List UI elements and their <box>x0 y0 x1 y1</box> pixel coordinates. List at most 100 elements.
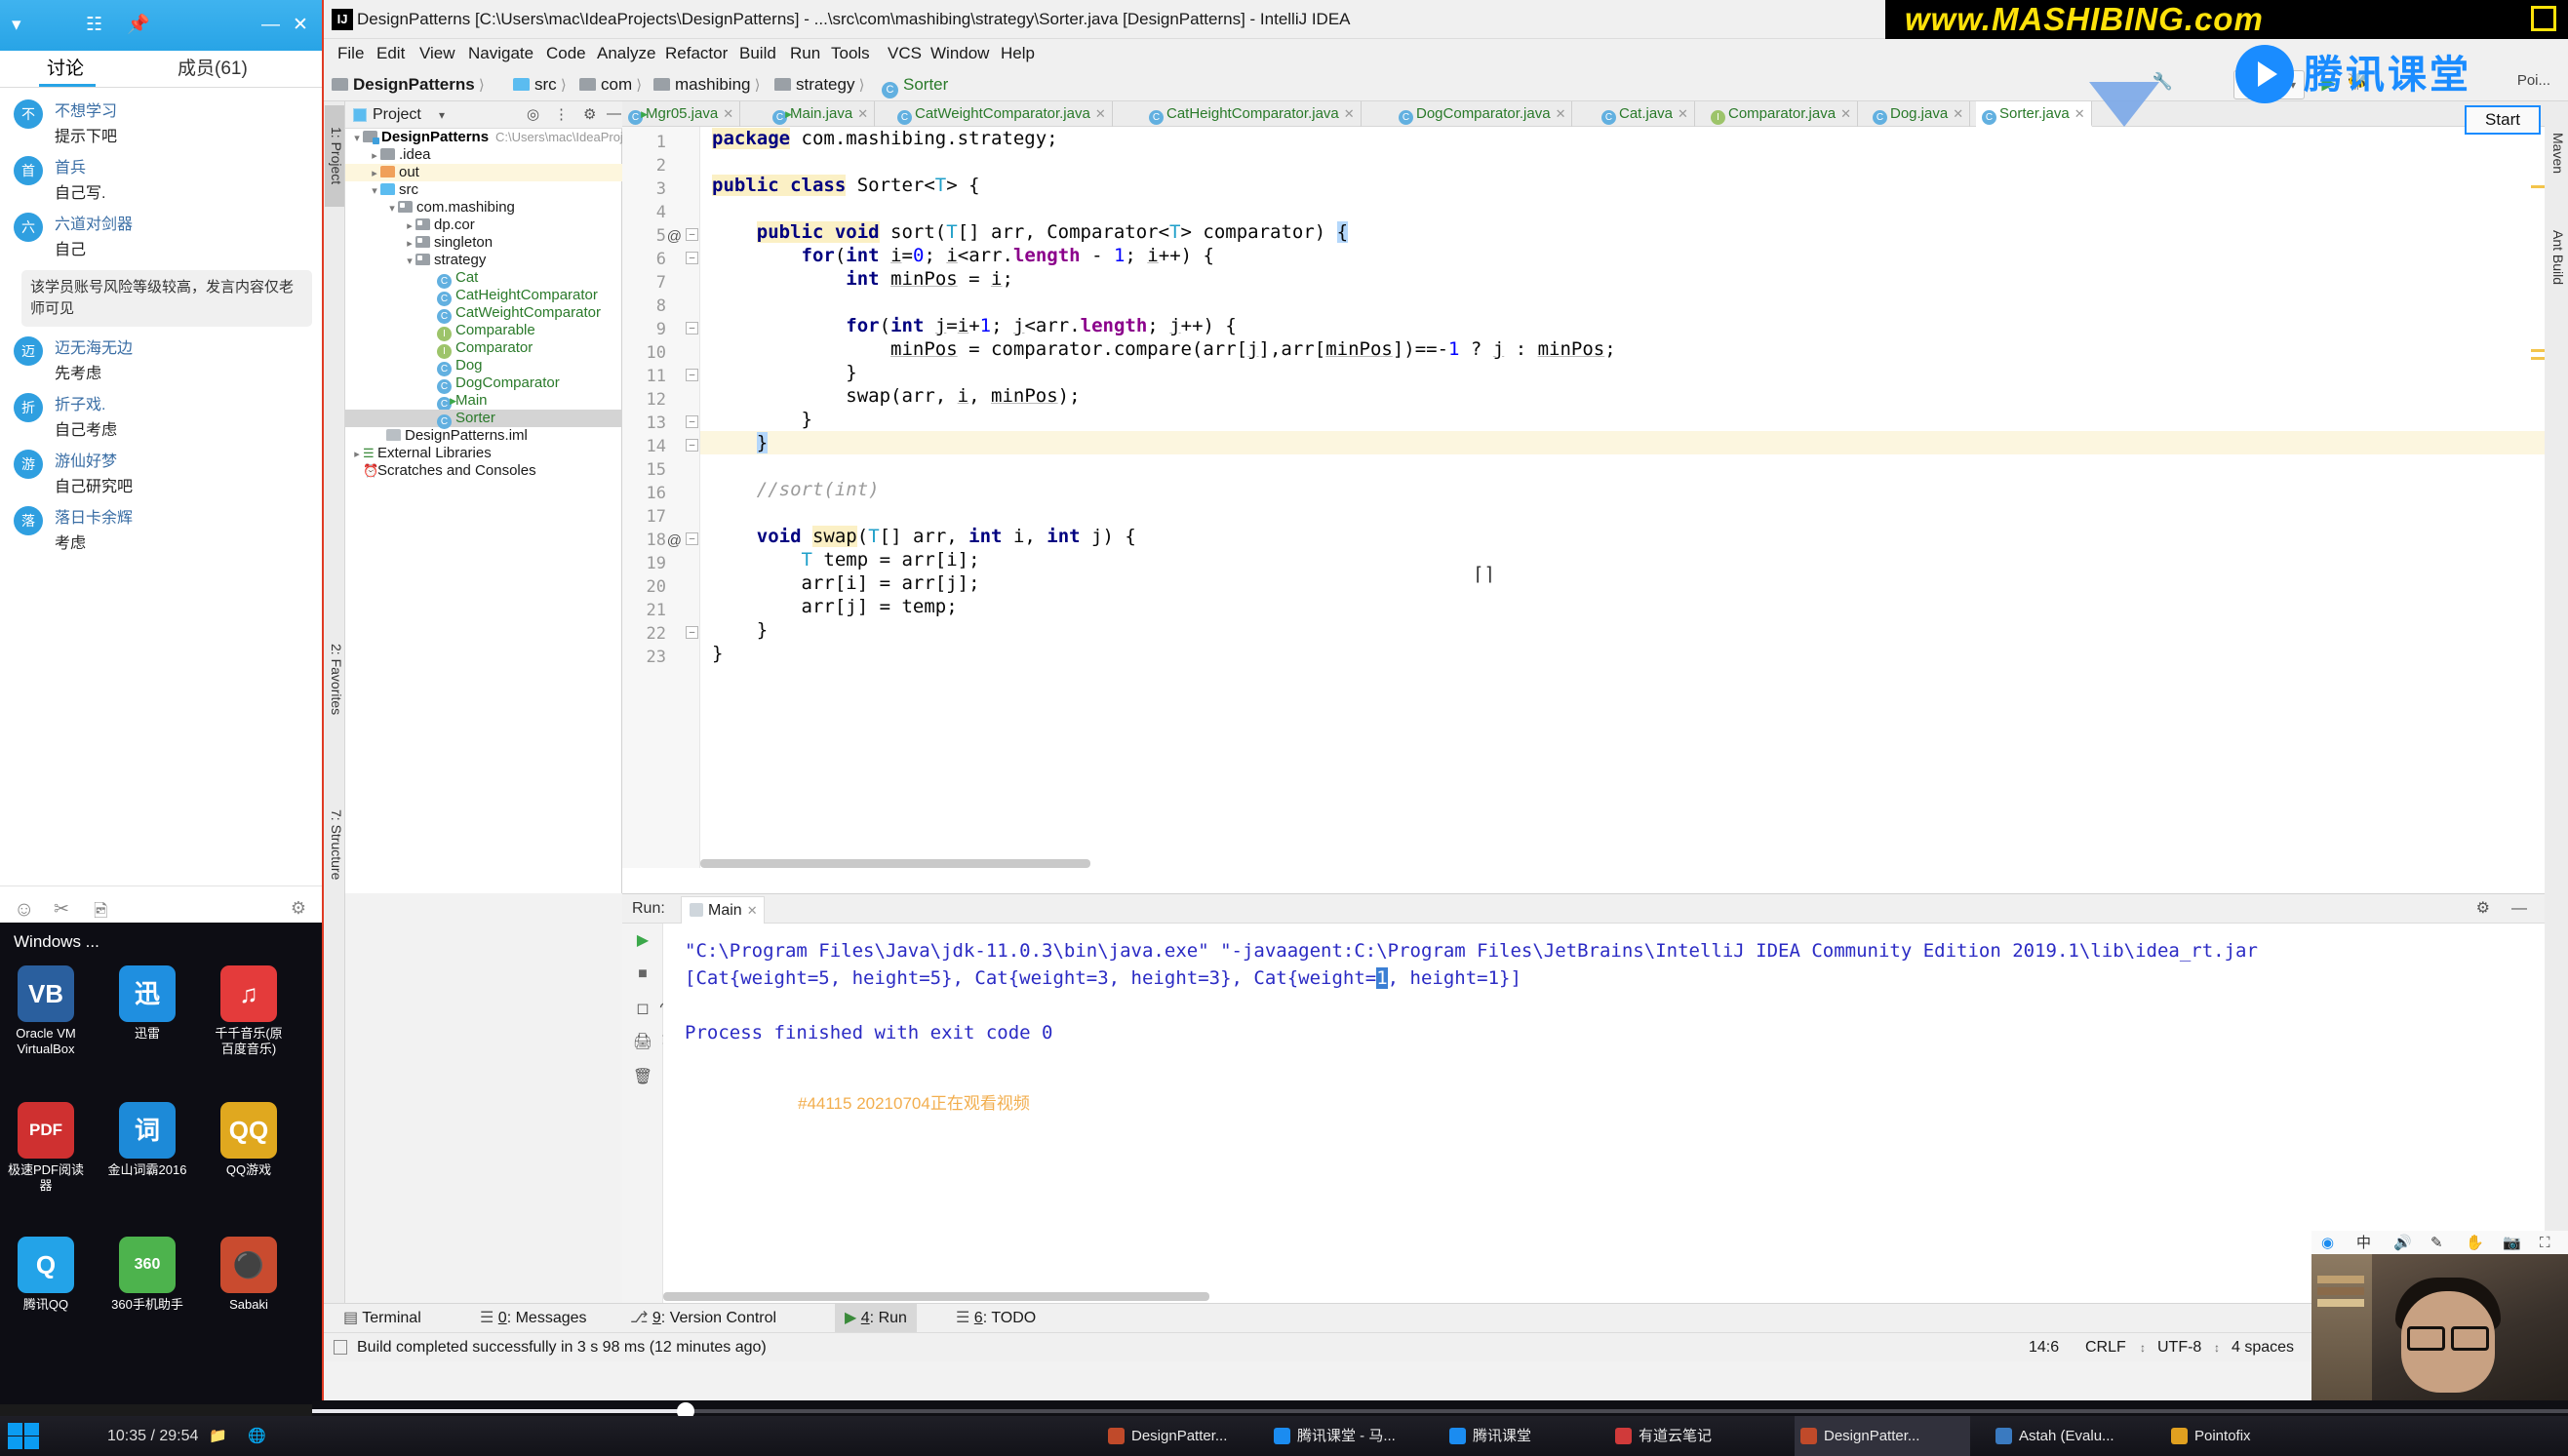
tree-item-strategy[interactable]: ▾ strategy <box>345 252 622 269</box>
breadcrumb-strategy[interactable]: strategy ⟩ <box>774 68 865 101</box>
hide-icon[interactable]: — <box>607 105 621 122</box>
chevron-right-icon[interactable]: ▸ <box>369 147 380 165</box>
breadcrumb-com[interactable]: com ⟩ <box>579 68 642 101</box>
caret-position[interactable]: 14:6 <box>2029 1333 2059 1362</box>
settings-icon[interactable]: ⚙ <box>291 898 306 919</box>
tab-cat[interactable]: C Cat.java ✕ <box>1596 101 1695 127</box>
print-icon[interactable]: 🖨 <box>631 1031 654 1054</box>
edge-icon[interactable]: 🌐 <box>248 1416 266 1456</box>
code-editor[interactable]: 1 2 3 4 5 @ – 6– 7 8 9– 10 11– 12 13– 14– … <box>622 127 2545 868</box>
gear-icon[interactable]: ⚙ <box>583 105 596 123</box>
fullscreen-icon[interactable]: ⛶ <box>2540 1231 2550 1256</box>
tree-item-src[interactable]: ▾ src <box>345 181 622 199</box>
tool-terminal[interactable]: ▤ Terminal <box>334 1304 431 1333</box>
rerun-icon[interactable]: ▶ <box>631 929 654 953</box>
desktop-icon[interactable]: PDF 极速PDF阅读器 <box>6 1102 86 1195</box>
chevron-down-icon[interactable]: ▾ <box>439 101 445 129</box>
chevron-updown-icon[interactable]: ↕ <box>2140 1333 2146 1362</box>
tree-item-dogcomparator[interactable]: C DogComparator <box>345 374 622 394</box>
editor-gutter[interactable]: 1 2 3 4 5 @ – 6– 7 8 9– 10 11– 12 13– 14– … <box>622 127 700 868</box>
tool-messages[interactable]: ☰ 0: Messages <box>470 1304 597 1333</box>
menu-window[interactable]: Window <box>925 39 995 68</box>
locate-icon[interactable]: ◎ <box>527 105 539 123</box>
minimize-icon[interactable]: — <box>261 0 280 51</box>
start-button[interactable]: Start <box>2465 105 2541 135</box>
tree-item-catweightcomparator[interactable]: C CatWeightComparator <box>345 304 622 324</box>
desktop-icon[interactable]: Q 腾讯QQ <box>6 1237 86 1313</box>
close-icon[interactable]: ✕ <box>2074 106 2085 121</box>
fold-icon[interactable]: – <box>686 228 698 241</box>
tab-discussion[interactable]: 讨论 <box>47 51 84 88</box>
tree-item-sorter[interactable]: C Sorter <box>345 410 622 429</box>
pin-icon[interactable]: 📌 <box>127 0 150 51</box>
volume-icon[interactable]: 🔊 <box>2393 1231 2412 1256</box>
qq-message-list[interactable]: 不 不想学习 提示下吧 首 首兵 自己写. 六 六道对剑器 自己 该学员账号风险… <box>0 88 322 885</box>
menu-run[interactable]: Run <box>784 39 826 68</box>
chevron-down-icon[interactable]: ▾ <box>404 253 415 270</box>
close-icon[interactable]: ✕ <box>1095 106 1106 121</box>
tree-item-com-mashibing[interactable]: ▾ com.mashibing <box>345 199 622 216</box>
menu-edit[interactable]: Edit <box>371 39 411 68</box>
close-icon[interactable]: ✕ <box>1840 106 1851 121</box>
danmaku-toggle-icon[interactable]: ◉ <box>2321 1231 2334 1256</box>
close-icon[interactable]: ✕ <box>1678 106 1688 121</box>
close-icon[interactable]: ✕ <box>1556 106 1566 121</box>
tab-sorter[interactable]: C Sorter.java ✕ <box>1976 101 2092 127</box>
tab-catheightcomparator[interactable]: C CatHeightComparator.java ✕ <box>1143 101 1362 127</box>
tree-item-dog[interactable]: C Dog <box>345 357 622 376</box>
sidebar-item-ant[interactable]: Ant Build <box>2547 209 2566 306</box>
line-separator[interactable]: CRLF <box>2085 1333 2126 1362</box>
folder-icon[interactable]: 📁 <box>209 1416 227 1456</box>
chevron-right-icon[interactable]: ▸ <box>404 217 415 235</box>
close-icon[interactable]: ✕ <box>723 106 733 121</box>
tab-mgr05[interactable]: CMgr05.java ✕ <box>622 101 741 127</box>
tree-item-iml[interactable]: DesignPatterns.iml <box>345 427 622 445</box>
menu-navigate[interactable]: Navigate <box>462 39 539 68</box>
taskbar-item-tencent-ma[interactable]: 腾讯课堂 - 马... <box>1268 1416 1434 1456</box>
screenshot-icon[interactable]: ◻ <box>631 998 654 1021</box>
tree-item-comparator[interactable]: I Comparator <box>345 339 622 359</box>
desktop-icon[interactable]: QQ QQ游戏 <box>209 1102 289 1178</box>
hand-icon[interactable]: ✋ <box>2466 1231 2484 1256</box>
fold-icon[interactable]: – <box>686 626 698 639</box>
editor-horizontal-scrollbar[interactable] <box>700 859 1090 868</box>
menu-file[interactable]: File <box>332 39 370 68</box>
menu-vcs[interactable]: VCS <box>882 39 928 68</box>
gear-icon[interactable]: ⚙ <box>2476 894 2490 924</box>
chevron-right-icon[interactable]: ▸ <box>369 165 380 182</box>
breadcrumb-designpatterns[interactable]: DesignPatterns ⟩ <box>332 68 485 101</box>
menu-refactor[interactable]: Refactor <box>659 39 733 68</box>
fold-icon[interactable]: – <box>686 369 698 381</box>
desktop-icon[interactable]: 迅 迅雷 <box>107 965 187 1042</box>
desktop-icon[interactable]: ♫ 千千音乐(原百度音乐) <box>209 965 289 1058</box>
chevron-right-icon[interactable]: ▸ <box>404 235 415 253</box>
indent-setting[interactable]: 4 spaces <box>2232 1333 2294 1362</box>
fold-icon[interactable]: – <box>686 439 698 452</box>
tree-item-out[interactable]: ▸ out <box>345 164 622 181</box>
pen-icon[interactable]: ✎ <box>2430 1231 2443 1256</box>
console-output[interactable]: "C:\Program Files\Java\jdk-11.0.3\bin\ja… <box>663 924 2545 1304</box>
tree-item-singleton[interactable]: ▸ singleton <box>345 234 622 252</box>
tab-main[interactable]: CMain.java ✕ <box>767 101 876 127</box>
close-icon[interactable]: ✕ <box>747 897 758 925</box>
fold-icon[interactable]: – <box>686 415 698 428</box>
desktop-icon[interactable]: ⚫ Sabaki <box>209 1237 289 1313</box>
taskbar-item-tencent[interactable]: 腾讯课堂 <box>1443 1416 1590 1456</box>
trash-icon[interactable]: 🗑 <box>631 1066 654 1089</box>
tool-todo[interactable]: ☰ 6: TODO <box>946 1304 1046 1333</box>
taskbar-item-youdao[interactable]: 有道云笔记 <box>1609 1416 1765 1456</box>
tree-item-comparable[interactable]: I Comparable <box>345 322 622 341</box>
breadcrumb-mashibing[interactable]: mashibing ⟩ <box>653 68 761 101</box>
tab-dogcomparator[interactable]: C DogComparator.java ✕ <box>1393 101 1573 127</box>
grid-icon[interactable]: ☷ <box>86 0 102 51</box>
teacher-webcam-video[interactable] <box>2311 1254 2568 1400</box>
sidebar-item-favorites[interactable]: 2: Favorites <box>325 618 344 741</box>
file-encoding[interactable]: UTF-8 <box>2157 1333 2201 1362</box>
tool-run[interactable]: ▶ 4: Run <box>835 1304 917 1333</box>
close-icon[interactable]: ✕ <box>1953 106 1963 121</box>
fold-icon[interactable]: – <box>686 322 698 334</box>
code-text[interactable]: package com.mashibing.strategy; public c… <box>700 127 2545 868</box>
tool-version-control[interactable]: ⎇ 9: Version Control <box>620 1304 786 1333</box>
chinese-input-label[interactable]: 中 <box>2356 1231 2371 1256</box>
tree-item-dp-cor[interactable]: ▸ dp.cor <box>345 216 622 234</box>
